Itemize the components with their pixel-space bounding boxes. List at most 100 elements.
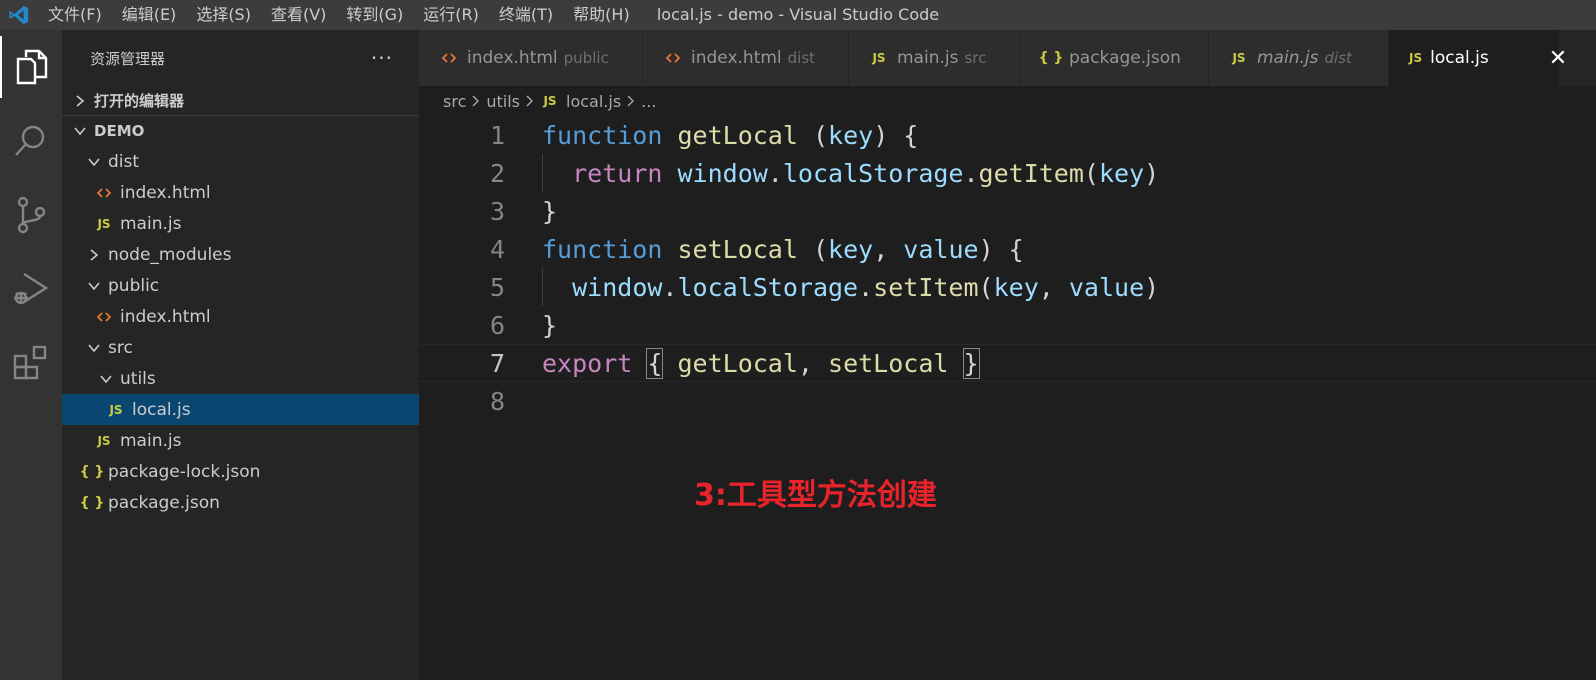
html-file-icon <box>663 52 683 64</box>
breadcrumb: src utils JS local.js ... <box>419 86 656 116</box>
tree-label: package-lock.json <box>108 461 261 482</box>
tree-label: package.json <box>108 492 220 513</box>
menu-run[interactable]: 运行(R) <box>413 0 489 30</box>
line-number: 5 <box>489 272 505 302</box>
tree-label: node_modules <box>108 244 232 265</box>
source-control-icon[interactable] <box>0 184 62 246</box>
tree-file-local-js[interactable]: JS local.js <box>62 394 419 425</box>
tree-label: main.js <box>120 213 182 234</box>
json-file-icon: { } <box>1038 50 1064 66</box>
code-editor[interactable]: 1 function getLocal (key) { 2 return win… <box>419 116 1596 680</box>
tree-file-package-lock-json[interactable]: { } package-lock.json <box>62 456 419 487</box>
tab-label: index.html <box>467 48 558 68</box>
editor-tabs: index.html public index.html dist JS mai… <box>419 30 1596 86</box>
menu-bar: 文件(F) 编辑(E) 选择(S) 查看(V) 转到(G) 运行(R) 终端(T… <box>38 0 640 30</box>
tree-folder-dist[interactable]: dist <box>62 146 419 177</box>
line-number: 6 <box>489 310 505 340</box>
json-file-icon: { } <box>79 463 105 480</box>
tab-main-js-dist[interactable]: JS main.js dist <box>1209 30 1389 86</box>
js-file-icon: JS <box>1409 51 1423 65</box>
tree-label: index.html <box>120 182 211 203</box>
tree-folder-public[interactable]: public <box>62 270 419 301</box>
menu-file[interactable]: 文件(F) <box>38 0 112 30</box>
tree-file-dist-main-js[interactable]: JS main.js <box>62 208 419 239</box>
tab-description: dist <box>787 49 816 67</box>
code-text: } <box>542 196 558 226</box>
js-file-icon: JS <box>543 94 557 108</box>
js-file-icon: JS <box>872 51 886 65</box>
menu-selection[interactable]: 选择(S) <box>186 0 261 30</box>
chevron-right-icon <box>627 92 635 111</box>
code-text: export { getLocal, setLocal } <box>542 347 980 379</box>
tree-folder-node-modules[interactable]: node_modules <box>62 239 419 270</box>
title-bar: 文件(F) 编辑(E) 选择(S) 查看(V) 转到(G) 运行(R) 终端(T… <box>0 0 1596 30</box>
code-text: function getLocal (key) { <box>542 120 919 150</box>
chevron-right-icon <box>526 92 534 111</box>
chevron-right-icon <box>86 248 102 262</box>
explorer-icon[interactable] <box>0 36 62 98</box>
tree-file-dist-index-html[interactable]: index.html <box>62 177 419 208</box>
tab-label: main.js <box>897 48 959 68</box>
tree-label: public <box>108 275 160 296</box>
chevron-down-icon <box>86 281 102 291</box>
explorer-header: 资源管理器 ··· <box>62 30 419 86</box>
chevron-right-icon <box>472 92 480 111</box>
code-text: function setLocal (key, value) { <box>542 234 1024 264</box>
js-file-icon: JS <box>109 402 123 417</box>
html-file-icon <box>94 311 114 323</box>
html-file-icon <box>439 52 459 64</box>
explorer-title: 资源管理器 <box>90 49 166 68</box>
line-number: 2 <box>489 158 505 188</box>
annotation-text: 3:工具型方法创建 <box>694 478 937 513</box>
menu-help[interactable]: 帮助(H) <box>563 0 640 30</box>
extensions-icon[interactable] <box>0 332 62 394</box>
code-line: 6 } <box>419 306 1596 344</box>
breadcrumb-utils[interactable]: utils <box>486 92 520 111</box>
js-file-icon: JS <box>1232 51 1246 65</box>
run-debug-icon[interactable] <box>0 258 62 320</box>
line-number: 8 <box>489 386 505 416</box>
tab-package-json[interactable]: { } package.json <box>1021 30 1209 86</box>
tree-folder-src[interactable]: src <box>62 332 419 363</box>
code-text: } <box>542 310 558 340</box>
chevron-down-icon <box>72 126 88 136</box>
tree-label: dist <box>108 151 140 172</box>
tree-label: index.html <box>120 306 211 327</box>
tab-description: src <box>964 49 987 67</box>
open-editors-section[interactable]: 打开的编辑器 <box>62 86 419 116</box>
menu-terminal[interactable]: 终端(T) <box>489 0 563 30</box>
activity-bar <box>0 30 62 680</box>
tree-label: main.js <box>120 430 182 451</box>
chevron-right-icon <box>72 94 88 108</box>
tree-file-package-json[interactable]: { } package.json <box>62 487 419 518</box>
menu-view[interactable]: 查看(V) <box>261 0 336 30</box>
tree-file-public-index-html[interactable]: index.html <box>62 301 419 332</box>
code-line: 3 } <box>419 192 1596 230</box>
vscode-logo-icon <box>0 0 38 30</box>
menu-go[interactable]: 转到(G) <box>336 0 413 30</box>
breadcrumb-src[interactable]: src <box>443 92 466 111</box>
tab-index-html-dist[interactable]: index.html dist <box>643 30 849 86</box>
menu-edit[interactable]: 编辑(E) <box>112 0 187 30</box>
tab-label: local.js <box>1430 48 1489 68</box>
more-actions-icon[interactable]: ··· <box>371 46 393 70</box>
code-line: 1 function getLocal (key) { <box>419 116 1596 154</box>
tab-index-html-public[interactable]: index.html public <box>419 30 643 86</box>
search-icon[interactable] <box>0 110 62 172</box>
tree-file-src-main-js[interactable]: JS main.js <box>62 425 419 456</box>
tree-folder-utils[interactable]: utils <box>62 363 419 394</box>
open-editors-label: 打开的编辑器 <box>94 92 185 110</box>
tab-local-js[interactable]: JS local.js ✕ <box>1389 30 1567 86</box>
tab-label: package.json <box>1069 48 1181 68</box>
tab-main-js-src[interactable]: JS main.js src <box>849 30 1021 86</box>
breadcrumb-symbols[interactable]: ... <box>641 92 656 111</box>
code-text: window.localStorage.setItem(key, value) <box>572 272 1160 302</box>
close-tab-icon[interactable]: ✕ <box>1549 46 1567 71</box>
line-number: 4 <box>489 234 505 264</box>
code-line: 4 function setLocal (key, value) { <box>419 230 1596 268</box>
workspace-section[interactable]: DEMO <box>62 116 419 146</box>
js-file-icon: JS <box>97 216 111 231</box>
code-line: 5 window.localStorage.setItem(key, value… <box>419 268 1596 306</box>
breadcrumb-file[interactable]: local.js <box>566 92 621 111</box>
code-line: 8 <box>419 382 1596 420</box>
